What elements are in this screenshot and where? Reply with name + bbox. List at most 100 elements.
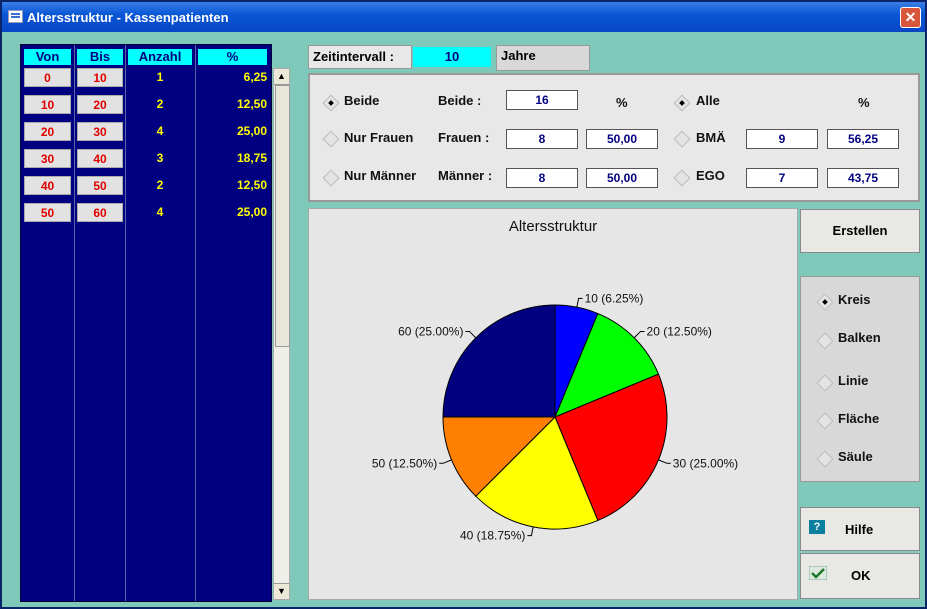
radio-bma[interactable] [673,130,691,148]
radio-beide-label[interactable]: Beide [344,93,379,108]
cell-bis[interactable]: 30 [77,122,123,141]
cell-percent[interactable]: 18,75 [198,149,267,168]
ok-button-label: OK [851,568,871,583]
pie-label-line [439,459,452,464]
ego-percent-field[interactable]: 43,75 [827,168,899,188]
radio-kreis[interactable] [816,293,834,311]
cell-percent[interactable]: 12,50 [198,176,267,195]
cell-von[interactable]: 0 [24,68,71,87]
maenner-count-label: Männer : [438,168,493,183]
ok-button[interactable]: OK [800,553,920,599]
beide-count-field[interactable]: 16 [506,90,578,110]
cell-anzahl[interactable]: 2 [128,95,192,114]
frauen-count-field[interactable]: 8 [506,129,578,149]
radio-flaeche-label[interactable]: Fläche [838,411,879,426]
column-divider [195,45,196,601]
ego-count-field[interactable]: 7 [746,168,818,188]
age-table: Von Bis Anzahl % 0 10 1 6,25 10 20 2 12,… [20,44,272,602]
col-header-von: Von [24,49,71,65]
maenner-percent-field[interactable]: 50,00 [586,168,658,188]
pie-label-line [658,459,671,464]
radio-ego-label[interactable]: EGO [696,168,725,183]
cell-bis[interactable]: 60 [77,203,123,222]
radio-nur-frauen-label[interactable]: Nur Frauen [344,130,413,145]
interval-unit: Jahre [496,45,590,71]
pie-slice-label: 40 (18.75%) [460,529,525,543]
main-window: Altersstruktur - Kassenpatienten ✕ Von B… [0,0,927,609]
radio-beide[interactable] [322,94,340,112]
title-bar: Altersstruktur - Kassenpatienten ✕ [2,2,925,32]
radio-nur-maenner-label[interactable]: Nur Männer [344,168,416,183]
form-icon [8,10,23,23]
bma-count-field[interactable]: 9 [746,129,818,149]
radio-nur-frauen[interactable] [322,130,340,148]
cell-percent[interactable]: 25,00 [198,203,267,222]
interval-input[interactable]: 10 [413,47,491,67]
close-icon[interactable]: ✕ [900,7,921,28]
radio-kreis-label[interactable]: Kreis [838,292,871,307]
cell-bis[interactable]: 40 [77,149,123,168]
cell-anzahl[interactable]: 4 [128,122,192,141]
percent-header: % [858,95,870,110]
pie-label-line [633,330,645,339]
radio-saeule-label[interactable]: Säule [838,449,873,464]
radio-bma-label[interactable]: BMÄ [696,130,726,145]
cell-percent[interactable]: 25,00 [198,122,267,141]
percent-header: % [616,95,628,110]
pie-slice-label: 10 (6.25%) [585,291,644,305]
cell-von[interactable]: 10 [24,95,71,114]
bma-percent-field[interactable]: 56,25 [827,129,899,149]
radio-alle[interactable] [673,94,691,112]
radio-alle-label[interactable]: Alle [696,93,720,108]
hilfe-button-label: Hilfe [845,522,874,537]
table-scrollbar[interactable]: ▲ ▼ [273,68,290,600]
radio-saeule[interactable] [816,450,834,468]
radio-balken-label[interactable]: Balken [838,330,881,345]
cell-percent[interactable]: 12,50 [198,95,267,114]
cell-percent[interactable]: 6,25 [198,68,267,87]
window-title: Altersstruktur - Kassenpatienten [27,10,229,25]
help-icon: ? [809,520,825,534]
cell-von[interactable]: 20 [24,122,71,141]
radio-balken[interactable] [816,332,834,350]
cell-anzahl[interactable]: 4 [128,203,192,222]
col-header-bis: Bis [77,49,123,65]
cell-anzahl[interactable]: 3 [128,149,192,168]
erstellen-button[interactable]: Erstellen [800,209,920,253]
pie-slice [442,304,556,418]
cell-bis[interactable]: 20 [77,95,123,114]
column-divider [125,45,126,601]
scroll-thumb[interactable] [275,85,290,347]
pie-slice-label: 50 (12.50%) [372,456,437,470]
radio-ego[interactable] [673,169,691,187]
pie-chart: Altersstruktur 10 (6.25%) 20 (12.50%) 30 (… [372,218,738,543]
col-header-anzahl: Anzahl [128,49,192,65]
cell-bis[interactable]: 10 [77,68,123,87]
interval-label: Zeitintervall : [308,45,412,69]
checkmark-icon [809,566,827,580]
radio-linie-label[interactable]: Linie [838,373,868,388]
frauen-count-label: Frauen : [438,130,490,145]
beide-count-label: Beide : [438,93,482,108]
hilfe-button[interactable]: ? Hilfe [800,507,920,551]
maenner-count-field[interactable]: 8 [506,168,578,188]
cell-anzahl[interactable]: 1 [128,68,192,87]
radio-nur-maenner[interactable] [322,169,340,187]
chart-title: Altersstruktur [509,218,597,235]
pie-slice-label: 30 (25.00%) [673,456,738,470]
radio-flaeche[interactable] [816,412,834,430]
radio-linie[interactable] [816,374,834,392]
scroll-down-button[interactable]: ▼ [274,583,289,599]
pie-slice-label: 20 (12.50%) [647,324,712,338]
pie-label-line [527,526,534,537]
pie-label-line [465,330,477,339]
scroll-up-button[interactable]: ▲ [274,69,289,85]
pie-slice-label: 60 (25.00%) [398,324,463,338]
frauen-percent-field[interactable]: 50,00 [586,129,658,149]
cell-von[interactable]: 40 [24,176,71,195]
cell-von[interactable]: 50 [24,203,71,222]
cell-von[interactable]: 30 [24,149,71,168]
cell-bis[interactable]: 50 [77,176,123,195]
col-header-percent: % [198,49,267,65]
cell-anzahl[interactable]: 2 [128,176,192,195]
